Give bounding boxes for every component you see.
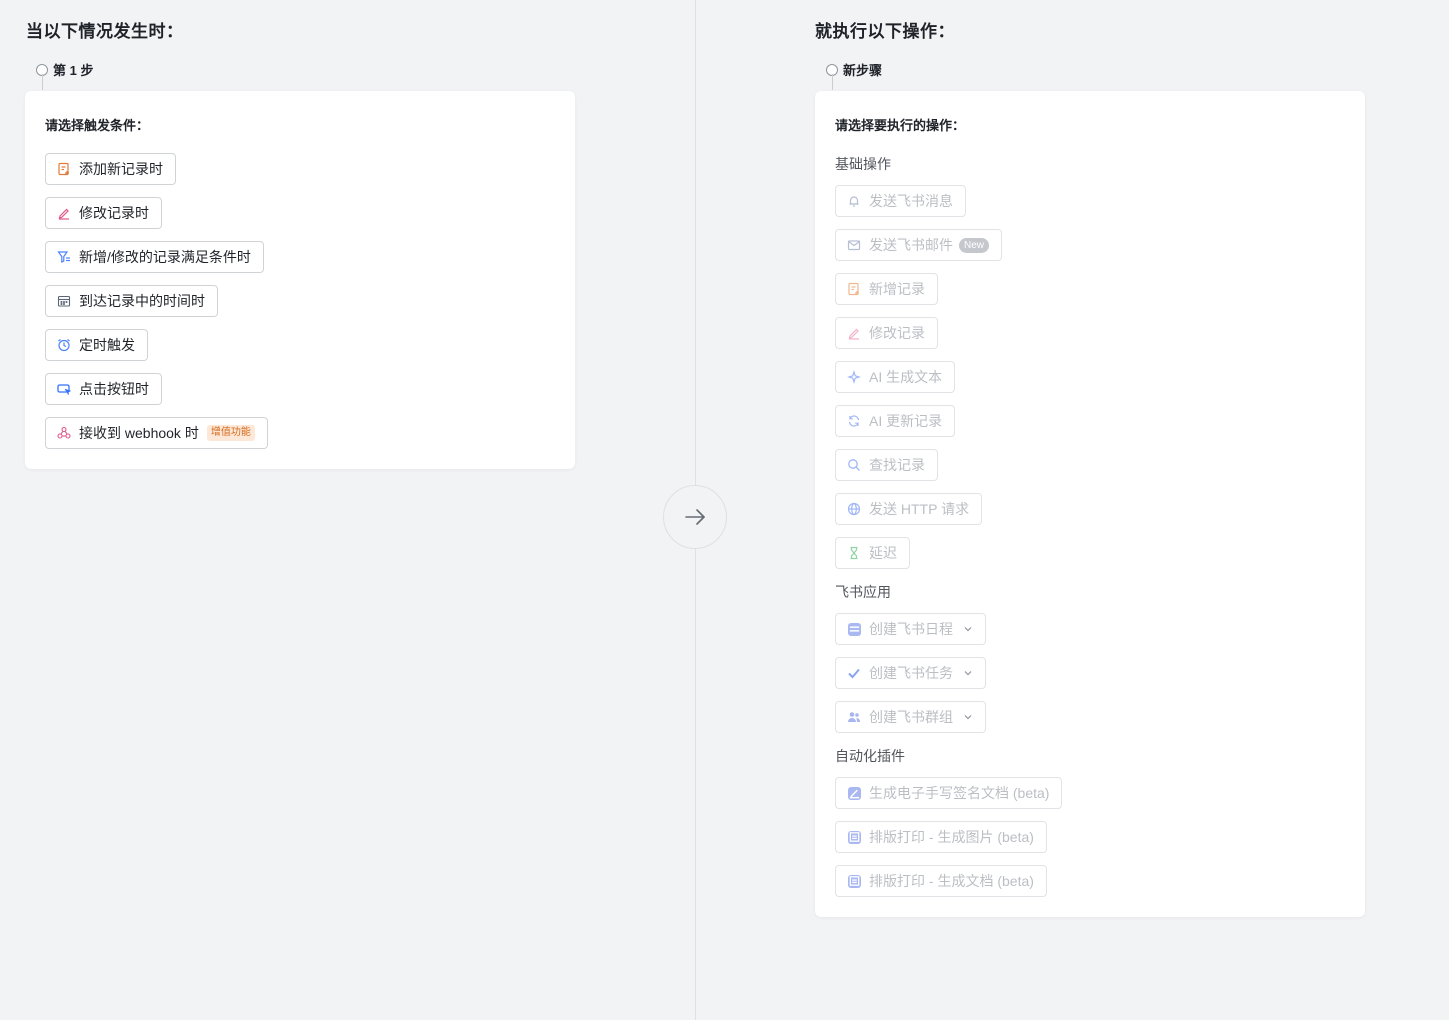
- action-add-record-button[interactable]: 新增记录: [835, 273, 938, 305]
- step-label: 新步骤: [843, 63, 883, 78]
- mail-icon: [847, 238, 861, 252]
- action-create-task-button[interactable]: 创建飞书任务: [835, 657, 986, 689]
- group-label-feishu-apps: 飞书应用: [835, 584, 891, 600]
- action-create-calendar-event-button[interactable]: 创建飞书日程: [835, 613, 986, 645]
- chevron-down-icon: [963, 712, 973, 722]
- add-record-icon: [847, 282, 861, 296]
- action-label: 排版打印 - 生成图片 (beta): [869, 829, 1034, 845]
- action-modify-record-button[interactable]: 修改记录: [835, 317, 938, 349]
- print-plugin-icon: [847, 830, 861, 844]
- trigger-record-time-button[interactable]: 到达记录中的时间时: [45, 285, 218, 317]
- pencil-icon: [847, 326, 861, 340]
- action-label: 排版打印 - 生成文档 (beta): [869, 873, 1034, 889]
- action-label: 发送飞书邮件: [869, 237, 953, 253]
- action-label: 延迟: [869, 545, 897, 561]
- search-icon: [847, 458, 861, 472]
- trigger-label: 添加新记录时: [79, 161, 163, 177]
- alarm-clock-icon: [57, 338, 71, 352]
- hourglass-icon: [847, 546, 861, 560]
- chevron-down-icon: [963, 668, 973, 678]
- action-label: AI 生成文本: [869, 369, 943, 385]
- new-badge: New: [959, 237, 990, 253]
- action-signature-plugin-button[interactable]: 生成电子手写签名文档 (beta): [835, 777, 1063, 809]
- action-create-group-button[interactable]: 创建飞书群组: [835, 701, 986, 733]
- trigger-label: 新增/修改的记录满足条件时: [79, 249, 251, 265]
- trigger-add-record-button[interactable]: 添加新记录时: [45, 153, 176, 185]
- action-ai-update-record-button[interactable]: AI 更新记录: [835, 405, 956, 437]
- webhook-icon: [57, 426, 71, 440]
- pencil-icon: [57, 206, 71, 220]
- action-ai-generate-text-button[interactable]: AI 生成文本: [835, 361, 956, 393]
- step-label: 第 1 步: [53, 63, 94, 78]
- action-card: 请选择要执行的操作： 基础操作 发送飞书消息 发送飞书邮件 New 新增记录 修…: [815, 91, 1365, 917]
- step-connector: [42, 74, 43, 90]
- action-label: 发送 HTTP 请求: [869, 501, 970, 517]
- action-send-mail-button[interactable]: 发送飞书邮件 New: [835, 229, 1003, 261]
- ai-sparkle-icon: [847, 370, 861, 384]
- chevron-down-icon: [963, 624, 973, 634]
- action-label: 发送飞书消息: [869, 193, 953, 209]
- add-record-icon: [57, 162, 71, 176]
- action-label: AI 更新记录: [869, 413, 943, 429]
- action-delay-button[interactable]: 延迟: [835, 537, 910, 569]
- action-step-indicator: 新步骤: [826, 60, 882, 79]
- flow-arrow-button[interactable]: [663, 485, 727, 549]
- click-button-icon: [57, 382, 71, 396]
- trigger-webhook-button[interactable]: 接收到 webhook 时 增值功能: [45, 417, 268, 449]
- action-label: 查找记录: [869, 457, 925, 473]
- trigger-card: 请选择触发条件： 添加新记录时 修改记录时 新增/修改的记录满足条件时 到达记录…: [25, 91, 575, 469]
- group-label-automation-plugins: 自动化插件: [835, 748, 905, 764]
- group-icon: [847, 710, 861, 724]
- trigger-label: 到达记录中的时间时: [79, 293, 205, 309]
- trigger-modify-record-button[interactable]: 修改记录时: [45, 197, 162, 229]
- action-heading: 就执行以下操作：: [815, 22, 955, 41]
- value-added-badge: 增值功能: [206, 425, 255, 441]
- calendar-app-icon: [847, 622, 861, 636]
- action-label: 新增记录: [869, 281, 925, 297]
- bell-icon: [847, 194, 861, 208]
- calendar-icon: [57, 294, 71, 308]
- trigger-label: 修改记录时: [79, 205, 149, 221]
- action-label: 修改记录: [869, 325, 925, 341]
- action-label: 创建飞书日程: [869, 621, 953, 637]
- action-send-message-button[interactable]: 发送飞书消息: [835, 185, 966, 217]
- filter-icon: [57, 250, 71, 264]
- action-card-title: 请选择要执行的操作：: [835, 118, 966, 133]
- signature-plugin-icon: [847, 786, 861, 800]
- action-print-document-plugin-button[interactable]: 排版打印 - 生成文档 (beta): [835, 865, 1047, 897]
- trigger-label: 点击按钮时: [79, 381, 149, 397]
- action-find-record-button[interactable]: 查找记录: [835, 449, 938, 481]
- action-label: 创建飞书任务: [869, 665, 953, 681]
- trigger-label: 接收到 webhook 时: [79, 425, 199, 441]
- trigger-heading: 当以下情况发生时：: [26, 22, 184, 41]
- action-label: 生成电子手写签名文档 (beta): [869, 785, 1050, 801]
- action-http-request-button[interactable]: 发送 HTTP 请求: [835, 493, 983, 525]
- print-plugin-icon: [847, 874, 861, 888]
- action-print-image-plugin-button[interactable]: 排版打印 - 生成图片 (beta): [835, 821, 1047, 853]
- action-label: 创建飞书群组: [869, 709, 953, 725]
- arrow-right-icon: [685, 509, 705, 525]
- trigger-label: 定时触发: [79, 337, 135, 353]
- globe-icon: [847, 502, 861, 516]
- refresh-icon: [847, 414, 861, 428]
- trigger-condition-met-button[interactable]: 新增/修改的记录满足条件时: [45, 241, 264, 273]
- group-label-basic: 基础操作: [835, 156, 891, 172]
- step-connector: [832, 74, 833, 90]
- trigger-button-click-button[interactable]: 点击按钮时: [45, 373, 162, 405]
- trigger-scheduled-button[interactable]: 定时触发: [45, 329, 148, 361]
- trigger-card-title: 请选择触发条件：: [45, 118, 150, 133]
- task-check-icon: [847, 666, 861, 680]
- trigger-step-indicator: 第 1 步: [36, 60, 93, 79]
